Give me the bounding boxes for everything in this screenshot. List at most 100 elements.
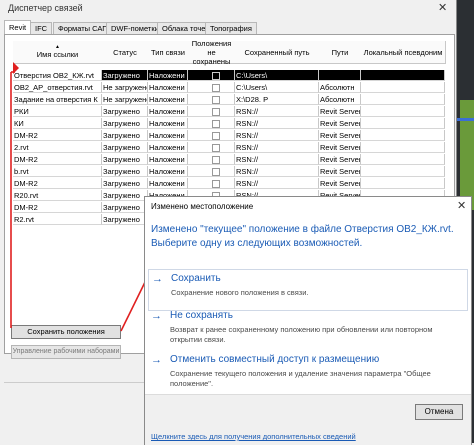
cell-status: Загружено	[102, 118, 148, 129]
save-positions-button[interactable]: Сохранить положения	[11, 325, 121, 339]
cancel-button[interactable]: Отмена	[415, 404, 463, 420]
cell-type: Наложени	[148, 130, 188, 141]
cell-paths: Revit Server	[319, 178, 361, 189]
cell-paths: Revit Server	[319, 106, 361, 117]
cell-status: Загружено	[102, 130, 148, 141]
column-header-local-alias[interactable]: Локальный псевдоним	[361, 41, 446, 64]
cell-type: Наложени	[148, 82, 188, 93]
table-row[interactable]: КИ Загружено Наложени RSN://Revit Server	[5, 118, 445, 129]
cell-alias	[361, 130, 445, 141]
option-description: Сохранение текущего положения и удаление…	[170, 369, 431, 388]
column-header-link-type[interactable]: Тип связи	[148, 41, 189, 64]
positions-not-saved-cell	[188, 118, 235, 129]
column-header-link-name[interactable]: ▲ Имя ссылки	[13, 41, 103, 64]
checkbox[interactable]	[212, 120, 220, 128]
cell-path: RSN://	[235, 154, 319, 165]
cell-path: RSN://	[235, 178, 319, 189]
cell-path: RSN://	[235, 118, 319, 129]
cell-paths: Revit Server	[319, 118, 361, 129]
cell-alias	[361, 118, 445, 129]
option-do-not-save[interactable]: → Не сохранять Возврат к ранее сохраненн…	[148, 307, 466, 347]
positions-not-saved-cell	[188, 142, 235, 153]
window-close-icon[interactable]: ✕	[438, 1, 447, 14]
cell-type: Наложени	[148, 70, 188, 81]
arrow-right-icon: →	[151, 310, 162, 322]
tab-revit[interactable]: Revit	[4, 20, 32, 35]
cell-name: Задание на отверстия К	[13, 94, 102, 105]
cell-path: C:\Users\	[235, 70, 319, 81]
table-row[interactable]: b.rvt Загружено Наложени RSN://Revit Server	[5, 166, 445, 177]
column-header-saved-path[interactable]: Сохраненный путь	[235, 41, 320, 64]
column-header-status[interactable]: Статус	[102, 41, 149, 64]
table-row[interactable]: DM-R2ЗагруженоНаложени RSN://Revit Server	[5, 178, 445, 189]
cell-status: Не загружено	[102, 94, 148, 105]
dialog-message: Изменено "текущее" положение в файле Отв…	[151, 224, 454, 249]
cell-name: b.rvt	[13, 166, 102, 177]
cell-alias	[361, 82, 445, 93]
cell-alias	[361, 142, 445, 153]
cell-name: КИ	[13, 118, 102, 129]
option-description: Сохранение нового положения в связи.	[171, 288, 309, 297]
checkbox[interactable]	[212, 144, 220, 152]
table-row[interactable]: РКИ Загружено Наложени RSN://Revit Server	[5, 106, 445, 117]
option-disable-shared-positioning[interactable]: → Отменить совместный доступ к размещени…	[148, 351, 466, 391]
table-row[interactable]: DM-R2ЗагруженоНаложени RSN://Revit Server	[5, 130, 445, 141]
cell-path: C:\Users\	[235, 82, 319, 93]
checkbox[interactable]	[212, 168, 220, 176]
cell-alias	[361, 154, 445, 165]
positions-not-saved-cell	[188, 154, 235, 165]
cell-path: X:\D28. Р	[235, 94, 319, 105]
cell-type: Наложени	[148, 166, 188, 177]
checkbox[interactable]	[212, 84, 220, 92]
cell-name: DM-R2	[13, 130, 102, 141]
table-row[interactable]: Отверстия ОВ2_КЖ.rvt Загружено Наложени C:\…	[5, 70, 445, 81]
cell-type: Наложени	[148, 106, 188, 117]
cell-type: Наложени	[148, 142, 188, 153]
cell-paths: Абсолютн	[319, 82, 361, 93]
cell-path: RSN://	[235, 166, 319, 177]
cell-path: RSN://	[235, 130, 319, 141]
cell-name: DM-R2	[13, 202, 102, 213]
cell-type: Наложени	[148, 118, 188, 129]
cell-name: DM-R2	[13, 154, 102, 165]
cell-status: Загружено	[102, 70, 148, 81]
cell-name: R2.rvt	[13, 214, 102, 225]
table-row[interactable]: DM-R2ЗагруженоНаложени RSN://Revit Server	[5, 154, 445, 165]
checkbox[interactable]	[212, 156, 220, 164]
cell-path: RSN://	[235, 142, 319, 153]
checkbox[interactable]	[212, 132, 220, 140]
dialog-title: Изменено местоположение	[151, 202, 254, 211]
cell-paths: Revit Server	[319, 166, 361, 177]
cell-name: 2.rvt	[13, 142, 102, 153]
checkbox[interactable]	[212, 96, 220, 104]
positions-not-saved-cell	[188, 130, 235, 141]
arrow-right-icon: →	[152, 273, 163, 285]
cell-paths	[319, 70, 361, 81]
positions-not-saved-cell	[188, 166, 235, 177]
option-description: Возврат к ранее сохраненному положению п…	[170, 325, 433, 344]
positions-not-saved-cell	[188, 94, 235, 105]
dialog-close-icon[interactable]: ✕	[457, 199, 466, 212]
cell-type: Наложени	[148, 178, 188, 189]
cell-status: Загружено	[102, 178, 148, 189]
checkbox[interactable]	[212, 108, 220, 116]
option-save[interactable]: → Сохранить Сохранение нового положения …	[148, 269, 468, 311]
cell-paths: Revit Server	[319, 154, 361, 165]
option-title: Отменить совместный доступ к размещению	[170, 354, 380, 365]
checkbox[interactable]	[212, 180, 220, 188]
positions-not-saved-cell	[188, 70, 235, 81]
cell-status: Загружено	[102, 190, 148, 201]
option-title: Не сохранять	[170, 310, 233, 321]
cell-name: R20.rvt	[13, 190, 102, 201]
checkbox[interactable]	[212, 72, 220, 80]
column-header-positions-not-saved[interactable]: Положения не сохранены	[188, 39, 236, 66]
positions-not-saved-cell	[188, 82, 235, 93]
column-header-path-type[interactable]: Пути	[319, 41, 362, 64]
manage-worksets-button[interactable]: Управление рабочими наборами	[11, 345, 121, 359]
more-info-link[interactable]: Щелкните здесь для получения дополнитель…	[151, 432, 356, 441]
cell-name: DM-R2	[13, 178, 102, 189]
cell-status: Загружено	[102, 154, 148, 165]
table-row[interactable]: 2.rvt Загружено Наложени RSN://Revit Server	[5, 142, 445, 153]
table-row[interactable]: ОВ2_АР_отверстия.rvt Не загружено Наложени…	[5, 82, 445, 93]
table-row[interactable]: Задание на отверстия К Не загружено Наложе…	[5, 94, 445, 105]
